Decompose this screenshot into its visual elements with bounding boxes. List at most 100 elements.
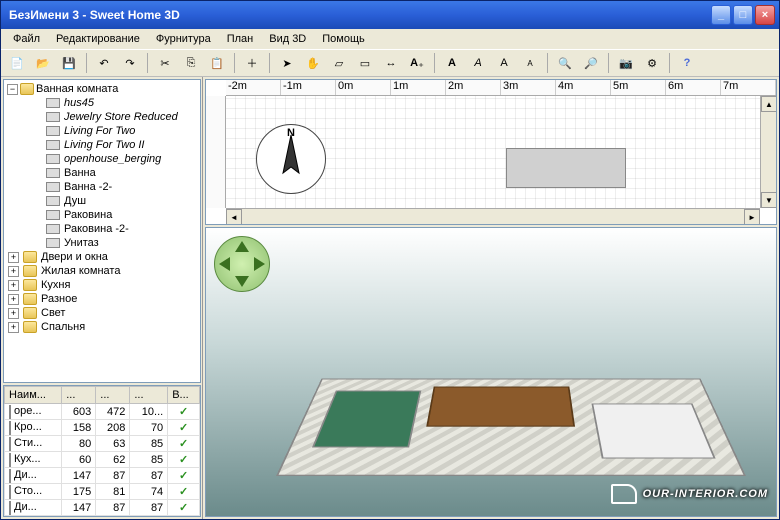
table-row[interactable]: Ди...1478787✓ xyxy=(5,500,200,516)
folder-icon xyxy=(23,251,37,263)
preferences-icon[interactable]: ⚙ xyxy=(641,52,663,74)
catalog-item[interactable]: Раковина xyxy=(6,208,198,222)
scroll-right-icon[interactable]: ► xyxy=(744,209,760,225)
plan-model-thumbnail[interactable] xyxy=(506,148,626,188)
catalog-item[interactable]: hus45 xyxy=(6,96,198,110)
text-italic-icon[interactable]: A xyxy=(467,52,489,74)
menu-plan[interactable]: План xyxy=(221,31,260,47)
camera-icon[interactable]: 📷 xyxy=(615,52,637,74)
expand-icon[interactable]: + xyxy=(8,266,19,277)
tree-category-closed[interactable]: + Разное xyxy=(6,292,198,306)
table-row[interactable]: Сти...806385✓ xyxy=(5,436,200,452)
tree-category-closed[interactable]: + Жилая комната xyxy=(6,264,198,278)
furniture-catalog-tree[interactable]: − Ванная комната hus45Jewelry Store Redu… xyxy=(3,79,201,383)
scroll-up-icon[interactable]: ▲ xyxy=(761,96,777,112)
menu-view3d[interactable]: Вид 3D xyxy=(263,31,312,47)
vertical-scrollbar[interactable]: ▲ ▼ xyxy=(760,96,776,208)
catalog-item[interactable]: Раковина -2- xyxy=(6,222,198,236)
nav-up-icon[interactable] xyxy=(235,241,249,252)
column-header[interactable]: Наим... xyxy=(5,387,62,404)
catalog-item[interactable]: Ванна -2- xyxy=(6,180,198,194)
nav-down-icon[interactable] xyxy=(235,276,249,287)
cell-visible[interactable]: ✓ xyxy=(168,420,200,436)
menu-edit[interactable]: Редактирование xyxy=(50,31,146,47)
collapse-icon[interactable]: − xyxy=(7,84,18,95)
catalog-item[interactable]: Living For Two II xyxy=(6,138,198,152)
text-size-down-icon[interactable]: A xyxy=(519,52,541,74)
tree-category-closed[interactable]: + Спальня xyxy=(6,320,198,334)
scroll-left-icon[interactable]: ◄ xyxy=(226,209,242,225)
expand-icon[interactable]: + xyxy=(8,252,19,263)
table-row[interactable]: Сто...1758174✓ xyxy=(5,484,200,500)
cell-visible[interactable]: ✓ xyxy=(168,484,200,500)
table-row[interactable]: Кух...606285✓ xyxy=(5,452,200,468)
paste-icon[interactable]: 📋 xyxy=(206,52,228,74)
menu-file[interactable]: Файл xyxy=(7,31,46,47)
open-icon[interactable]: 📂 xyxy=(32,52,54,74)
column-header[interactable]: ... xyxy=(130,387,168,404)
table-row[interactable]: ope...60347210...✓ xyxy=(5,404,200,420)
column-header[interactable]: ... xyxy=(62,387,96,404)
cell-visible[interactable]: ✓ xyxy=(168,468,200,484)
catalog-item[interactable]: openhouse_berging xyxy=(6,152,198,166)
tree-category-closed[interactable]: + Кухня xyxy=(6,278,198,292)
text-icon[interactable]: A₊ xyxy=(406,52,428,74)
select-icon[interactable]: ➤ xyxy=(276,52,298,74)
close-button[interactable]: × xyxy=(755,5,775,25)
plan-2d-view[interactable]: -2m-1m0m1m2m3m4m5m6m7m N ◄ ► ▲ ▼ xyxy=(205,79,777,225)
cell-visible[interactable]: ✓ xyxy=(168,436,200,452)
tree-category-open[interactable]: − Ванная комната xyxy=(6,82,198,96)
zoom-in-icon[interactable]: 🔍 xyxy=(554,52,576,74)
pan-icon[interactable]: ✋ xyxy=(302,52,324,74)
cell-visible[interactable]: ✓ xyxy=(168,452,200,468)
wall-icon[interactable]: ▱ xyxy=(328,52,350,74)
zoom-out-icon[interactable]: 🔎 xyxy=(580,52,602,74)
new-icon[interactable]: 📄 xyxy=(6,52,28,74)
expand-icon[interactable]: + xyxy=(8,308,19,319)
tree-category-closed[interactable]: + Двери и окна xyxy=(6,250,198,264)
compass[interactable]: N xyxy=(256,124,326,194)
scroll-down-icon[interactable]: ▼ xyxy=(761,192,777,208)
horizontal-scrollbar[interactable]: ◄ ► xyxy=(226,208,760,224)
expand-icon[interactable]: + xyxy=(8,322,19,333)
catalog-item[interactable]: Унитаз xyxy=(6,236,198,250)
copy-icon[interactable]: ⎘ xyxy=(180,52,202,74)
undo-icon[interactable]: ↶ xyxy=(93,52,115,74)
navigation-pad[interactable] xyxy=(214,236,270,292)
redo-icon[interactable]: ↷ xyxy=(119,52,141,74)
nav-right-icon[interactable] xyxy=(254,257,265,271)
text-bold-icon[interactable]: A xyxy=(441,52,463,74)
room-icon[interactable]: ▭ xyxy=(354,52,376,74)
furniture-list-table[interactable]: Наим............В... ope...60347210...✓К… xyxy=(3,385,201,517)
help-icon[interactable]: ? xyxy=(676,52,698,74)
nav-left-icon[interactable] xyxy=(219,257,230,271)
column-header[interactable]: ... xyxy=(96,387,130,404)
catalog-item[interactable]: Living For Two xyxy=(6,124,198,138)
titlebar[interactable]: БезИмени 3 - Sweet Home 3D _ □ × xyxy=(1,1,779,29)
view-3d[interactable]: OUR-INTERIOR.COM xyxy=(205,227,777,517)
table-row[interactable]: Кро...15820870✓ xyxy=(5,420,200,436)
expand-icon[interactable]: + xyxy=(8,280,19,291)
table-row[interactable]: Ди...1478787✓ xyxy=(5,468,200,484)
expand-icon[interactable]: + xyxy=(8,294,19,305)
catalog-item[interactable]: Jewelry Store Reduced xyxy=(6,110,198,124)
catalog-item[interactable]: Ванна xyxy=(6,166,198,180)
maximize-button[interactable]: □ xyxy=(733,5,753,25)
cut-icon[interactable]: ✂ xyxy=(154,52,176,74)
category-label: Двери и окна xyxy=(41,251,108,263)
column-header[interactable]: В... xyxy=(168,387,200,404)
add-furniture-icon[interactable]: ＋ xyxy=(241,52,263,74)
cell-visible[interactable]: ✓ xyxy=(168,500,200,516)
separator xyxy=(434,53,435,73)
plan-canvas[interactable]: N xyxy=(226,96,776,208)
tree-category-closed[interactable]: + Свет xyxy=(6,306,198,320)
save-icon[interactable]: 💾 xyxy=(58,52,80,74)
menu-furniture[interactable]: Фурнитура xyxy=(150,31,217,47)
furniture-icon xyxy=(46,98,60,108)
menu-help[interactable]: Помощь xyxy=(316,31,371,47)
catalog-item[interactable]: Душ xyxy=(6,194,198,208)
cell-visible[interactable]: ✓ xyxy=(168,404,200,420)
minimize-button[interactable]: _ xyxy=(711,5,731,25)
dimension-icon[interactable]: ↔ xyxy=(380,52,402,74)
text-size-up-icon[interactable]: A xyxy=(493,52,515,74)
